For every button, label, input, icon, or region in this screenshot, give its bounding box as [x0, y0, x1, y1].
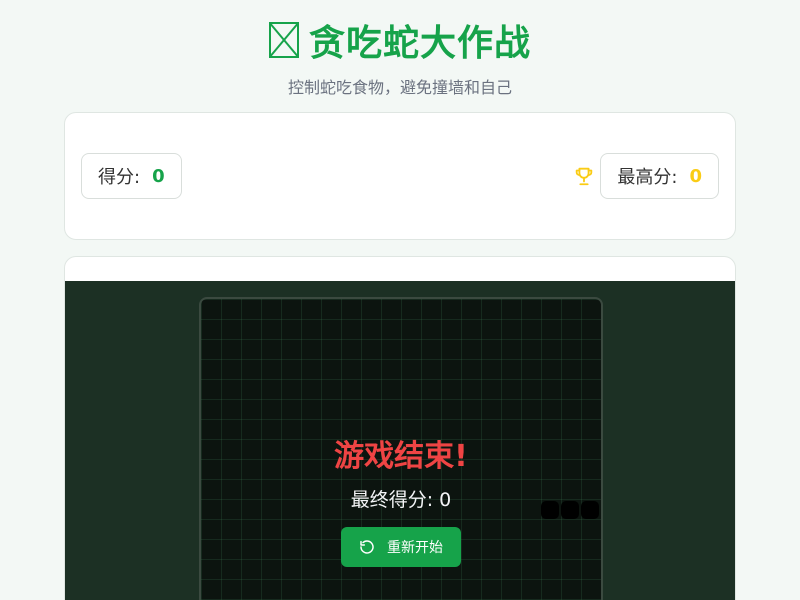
score-label: 得分:: [98, 167, 141, 188]
subtitle: 控制蛇吃食物，避免撞墙和自己: [287, 78, 512, 97]
score-value: 0: [152, 165, 165, 187]
title-text: 贪吃蛇大作战: [308, 23, 531, 64]
game-over-title: 游戏结束!: [334, 439, 468, 474]
page-title: 贪吃蛇大作战: [268, 14, 531, 66]
broken-image-icon: [268, 22, 299, 58]
high-score-value: 0: [689, 165, 702, 187]
final-score: 最终得分: 0: [350, 489, 452, 511]
game-panel: 游戏结束! 最终得分: 0 重新开始: [64, 256, 736, 600]
restart-icon: [360, 540, 374, 554]
high-score-display: 最高分: 0: [600, 153, 719, 199]
restart-button[interactable]: 重新开始: [341, 527, 461, 567]
game-board[interactable]: 游戏结束! 最终得分: 0 重新开始: [199, 297, 603, 600]
high-score-label: 最高分:: [617, 167, 678, 188]
score-display: 得分: 0: [81, 153, 182, 199]
header: 贪吃蛇大作战 控制蛇吃食物，避免撞墙和自己: [0, 14, 800, 98]
game-area: 游戏结束! 最终得分: 0 重新开始: [65, 281, 735, 600]
trophy-icon: [575, 167, 593, 186]
score-panel: 得分: 0 最高分: 0: [64, 112, 736, 240]
restart-label: 重新开始: [387, 540, 443, 556]
